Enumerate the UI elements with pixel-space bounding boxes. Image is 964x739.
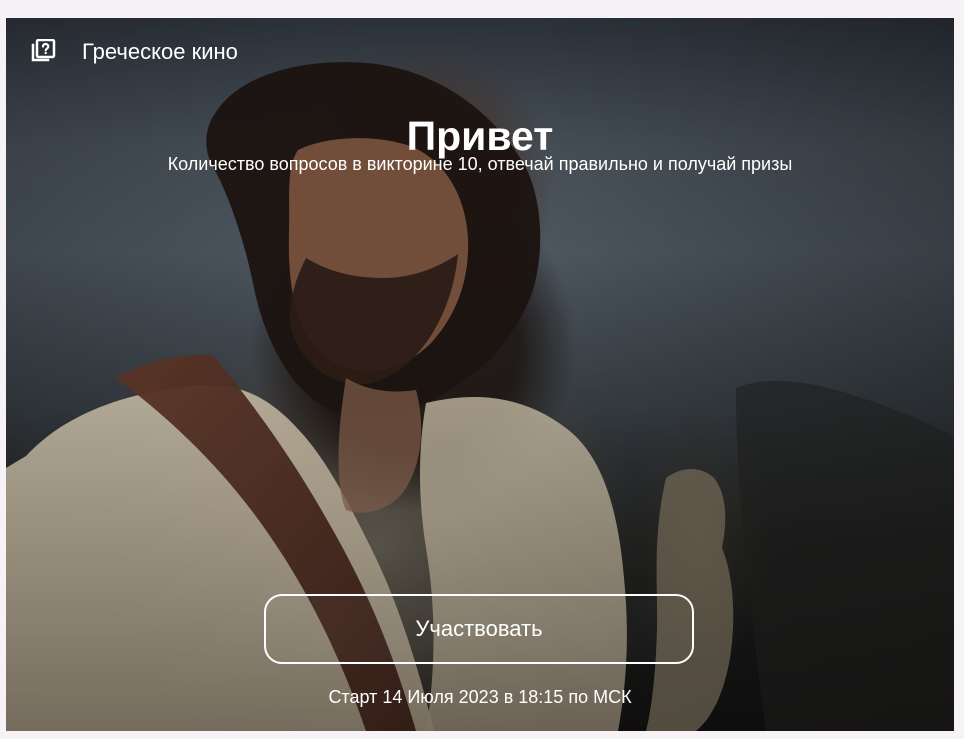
start-time-text: Старт 14 Июля 2023 в 18:15 по МСК [328,687,632,707]
quiz-icon [31,39,56,62]
quiz-header: Греческое кино [30,39,238,65]
quiz-card: Греческое кино Привет Количество вопросо… [6,18,954,731]
participate-button[interactable]: Участвовать [264,594,694,664]
page: Греческое кино Привет Количество вопросо… [0,0,964,739]
quiz-description: Количество вопросов в викторине 10, отве… [167,154,793,174]
quiz-category: Греческое кино [82,39,238,64]
